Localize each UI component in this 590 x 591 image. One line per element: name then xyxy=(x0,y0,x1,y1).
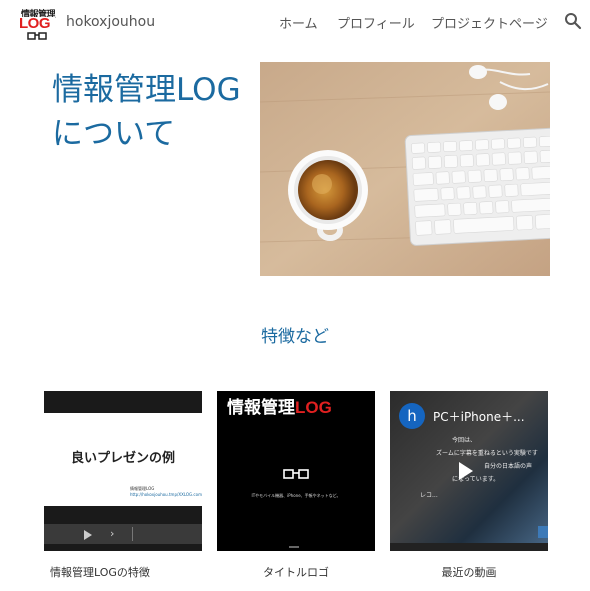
nav-profile[interactable]: プロフィール xyxy=(337,13,415,32)
video-caption-line: 今回は、 xyxy=(452,437,477,444)
slide-preview: 良いプレゼンの例 情報管理LOG http://hokoxjouhou.tmp/… xyxy=(44,413,202,506)
chevron-right-icon[interactable]: › xyxy=(110,527,114,540)
card-recent-video[interactable]: h PC＋iPhone＋... 今回は、 ズームに字幕を重ねるという実験です 自… xyxy=(390,391,548,551)
play-icon[interactable] xyxy=(84,530,92,540)
logo-title: 情報管理LOG xyxy=(227,393,332,418)
slide-controls xyxy=(44,524,202,544)
site-logo[interactable]: 情報管理 LOG xyxy=(19,7,56,41)
section-heading: 特徴など xyxy=(261,327,329,347)
video-caption-line: 自分の日本語の声 xyxy=(484,463,533,470)
slide-text: 良いプレゼンの例 xyxy=(70,451,175,466)
channel-avatar[interactable]: h xyxy=(399,403,425,429)
logo-subtitle: ITやモバイル機器、iPhone、手帳やネットなど。 xyxy=(251,493,341,498)
video-caption-line: レコ... xyxy=(420,492,438,499)
logo-title-black: 情報管理 xyxy=(227,398,295,418)
slide-footer-url: http://hokoxjouhou.tmp/XXLOG.com xyxy=(130,492,202,497)
video-caption-line: ズームに字幕を重ねるという実験です xyxy=(436,450,538,457)
card-caption-title-logo: タイトルロゴ xyxy=(263,566,329,579)
logo-mark xyxy=(289,546,299,548)
video-title[interactable]: PC＋iPhone＋... xyxy=(433,408,525,425)
site-title[interactable]: hokoxjouhou xyxy=(66,14,155,30)
glasses-icon xyxy=(283,469,309,479)
control-divider xyxy=(132,527,133,541)
nav-home[interactable]: ホーム xyxy=(279,13,318,32)
glasses-icon xyxy=(27,32,47,40)
search-icon[interactable] xyxy=(564,12,582,30)
hero-image xyxy=(260,62,550,276)
site-header: 情報管理 LOG hokoxjouhou ホーム プロフィール プロジェクトペー… xyxy=(0,0,590,46)
video-corner-badge xyxy=(538,526,548,538)
play-icon[interactable] xyxy=(459,462,473,480)
card-caption-features: 情報管理LOGの特徴 xyxy=(50,566,150,579)
card-features-slides[interactable]: 良いプレゼンの例 情報管理LOG http://hokoxjouhou.tmp/… xyxy=(44,391,202,551)
logo-title-red: LOG xyxy=(295,398,332,417)
video-bottom-band xyxy=(390,543,548,551)
card-title-logo[interactable]: 情報管理LOG ITやモバイル機器、iPhone、手帳やネットなど。 xyxy=(217,391,375,551)
card-caption-recent-video: 最近の動画 xyxy=(441,566,497,579)
logo-line2: LOG xyxy=(19,16,55,31)
nav-project[interactable]: プロジェクトページ xyxy=(431,13,548,32)
hero-title: 情報管理LOGについて xyxy=(52,72,241,152)
